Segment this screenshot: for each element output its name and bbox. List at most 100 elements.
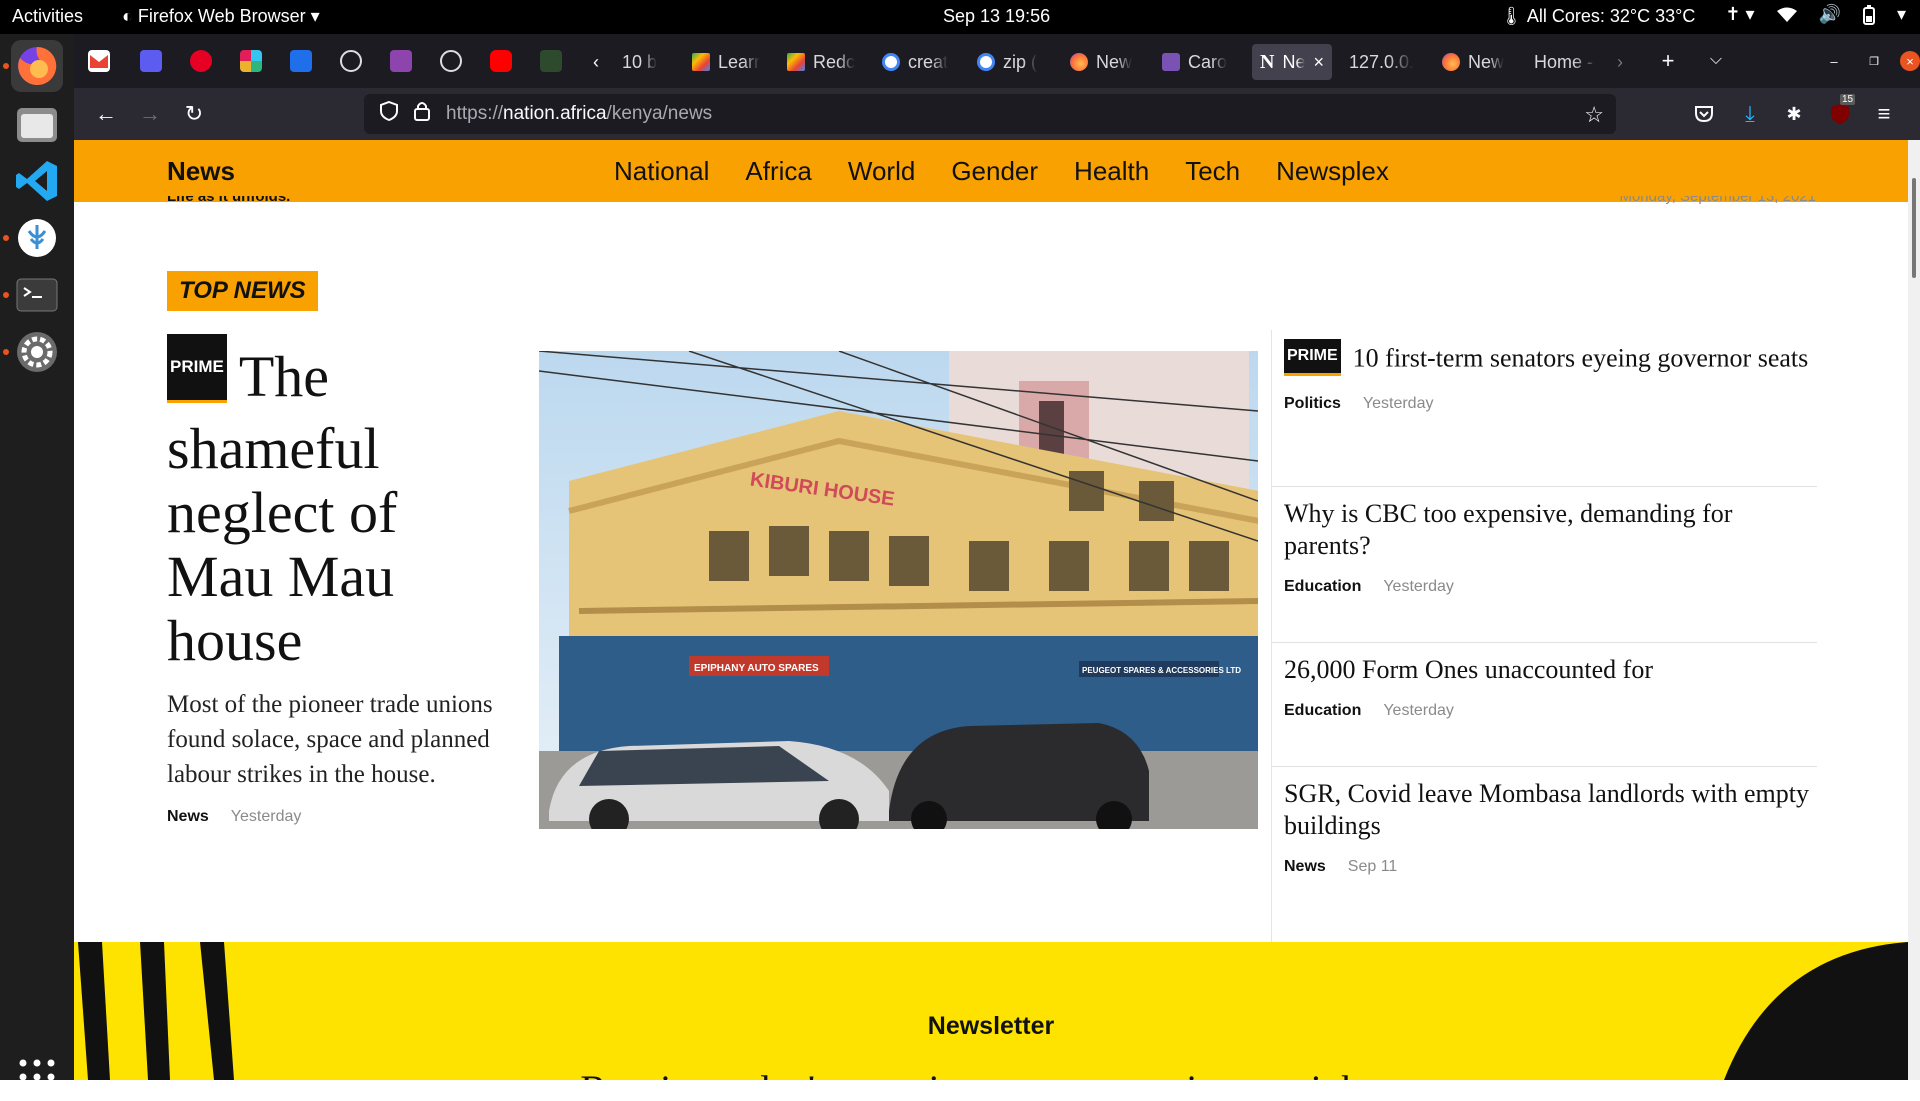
system-tray[interactable]: ✝ ▾ 🔊 ▾ <box>1725 4 1906 25</box>
scroll-tabs-left-icon[interactable]: ‹ <box>582 48 610 76</box>
close-window-icon[interactable]: × <box>1900 51 1920 71</box>
clock[interactable]: Sep 13 19:56 <box>943 6 1050 27</box>
app-icon[interactable] <box>540 50 562 72</box>
youtube-icon[interactable] <box>490 50 512 72</box>
lead-story-headline[interactable]: PRIME The shameful neglect of Mau Mau hou… <box>167 334 507 673</box>
story-headline[interactable]: SGR, Covid leave Mombasa landlords with … <box>1284 778 1814 842</box>
activities-button[interactable]: Activities <box>12 6 83 27</box>
downloads-icon[interactable]: ⤓ <box>1736 100 1764 128</box>
newsletter-teaser: Receive today's most important news in y… <box>74 1066 1908 1080</box>
calendar-icon[interactable] <box>140 50 162 72</box>
list-item[interactable]: 26,000 Form Ones unaccounted for Educati… <box>1284 654 1814 720</box>
scroll-tabs-right-icon[interactable]: › <box>1606 48 1634 76</box>
lock-icon[interactable] <box>414 101 434 127</box>
tab[interactable]: Redc <box>779 44 864 80</box>
lead-story-photo[interactable]: KIBURI HOUSE EPIPHANY AUTO SPARES PEUGEO… <box>539 351 1258 829</box>
tab[interactable]: New <box>1062 44 1147 80</box>
cpu-temperature[interactable]: 🌡 All Cores: 32°C 33°C <box>1500 6 1695 27</box>
tab[interactable]: 10 b <box>614 44 674 80</box>
tab[interactable]: New <box>1434 44 1519 80</box>
cpu-temperature-label: All Cores: 32°C 33°C <box>1526 6 1696 26</box>
tab[interactable]: creat <box>874 44 964 80</box>
story-category[interactable]: News <box>1284 858 1326 876</box>
menu-item-tech[interactable]: Tech <box>1185 156 1240 187</box>
tab[interactable]: Home - \ <box>1526 44 1606 80</box>
minimize-icon[interactable]: – <box>1824 51 1844 71</box>
list-item[interactable]: PRIME 10 first-term senators eyeing gover… <box>1284 339 1814 413</box>
vscode-icon[interactable] <box>11 155 63 207</box>
menu-item-health[interactable]: Health <box>1074 156 1149 187</box>
tab[interactable]: zip ( <box>969 44 1054 80</box>
url-bar[interactable]: https://nation.africa/kenya/news ☆ <box>364 94 1616 134</box>
section-title[interactable]: News <box>167 156 235 187</box>
scrollbar-thumb[interactable] <box>1912 178 1916 278</box>
list-all-tabs-icon[interactable]: ⌵ <box>1702 46 1730 74</box>
accessibility-icon[interactable]: ✝ ▾ <box>1725 4 1754 25</box>
menu-item-national[interactable]: National <box>614 156 709 187</box>
firefox-icon[interactable] <box>11 40 63 92</box>
story-category[interactable]: Education <box>1284 578 1361 596</box>
tab[interactable]: Learr <box>684 44 769 80</box>
story-time: Yesterday <box>1362 395 1434 412</box>
menu-item-gender[interactable]: Gender <box>951 156 1038 187</box>
shield-icon[interactable] <box>380 100 400 127</box>
new-tab-icon[interactable]: + <box>1654 47 1682 75</box>
slack-icon[interactable] <box>240 50 262 72</box>
hamburger-menu-icon[interactable]: ≡ <box>1870 100 1898 128</box>
story-category[interactable]: Education <box>1284 702 1361 720</box>
app-menu-label: Firefox Web Browser <box>137 6 306 26</box>
top-news-label: TOP NEWS <box>167 271 318 311</box>
battery-icon[interactable] <box>1862 4 1875 25</box>
reload-icon[interactable]: ↻ <box>180 100 208 128</box>
tab[interactable]: Caro <box>1154 44 1244 80</box>
pinterest-icon[interactable] <box>190 50 212 72</box>
app-menu[interactable]: ◐ Firefox Web Browser ▾ <box>122 6 320 27</box>
list-item[interactable]: SGR, Covid leave Mombasa landlords with … <box>1284 778 1814 876</box>
app-icon[interactable] <box>290 50 312 72</box>
globe-icon[interactable] <box>440 50 462 72</box>
terminal-icon[interactable] <box>11 269 63 321</box>
volume-icon[interactable]: 🔊 <box>1819 4 1841 25</box>
story-headline[interactable]: Why is CBC too expensive, demanding for … <box>1284 498 1814 562</box>
story-time: Yesterday <box>1383 702 1454 719</box>
tab[interactable]: 127.0.0. <box>1341 44 1426 80</box>
story-category[interactable]: News <box>167 808 209 826</box>
bookmark-star-icon[interactable]: ☆ <box>1584 102 1604 128</box>
running-indicator <box>3 292 9 298</box>
forward-icon[interactable]: → <box>136 100 164 128</box>
story-headline[interactable]: 26,000 Form Ones unaccounted for <box>1284 654 1814 686</box>
shop-sign: PEUGEOT SPARES & ACCESSORIES LTD <box>1082 666 1241 675</box>
lead-story[interactable]: PRIME The shameful neglect of Mau Mau hou… <box>167 334 507 826</box>
chevron-down-icon: ▾ <box>310 6 320 26</box>
tab-active[interactable]: N Ne × <box>1252 44 1332 80</box>
pocket-icon[interactable] <box>1690 100 1718 128</box>
app-icon[interactable] <box>390 50 412 72</box>
story-headline[interactable]: PRIME 10 first-term senators eyeing gover… <box>1284 339 1814 379</box>
menu-item-world[interactable]: World <box>848 156 915 187</box>
app-icon[interactable] <box>11 212 63 264</box>
site-navigation: News National Africa World Gender Health… <box>74 140 1908 202</box>
extension-icon[interactable]: ✱ <box>1780 100 1808 128</box>
chevron-down-icon[interactable]: ▾ <box>1897 4 1906 25</box>
restore-icon[interactable]: ❐ <box>1864 51 1884 71</box>
close-tab-icon[interactable]: × <box>1313 52 1324 73</box>
story-meta: Education Yesterday <box>1284 578 1814 596</box>
back-icon[interactable]: ← <box>92 100 120 128</box>
url-text[interactable]: https://nation.africa/kenya/news <box>446 103 712 125</box>
nation-icon: N <box>1260 50 1275 73</box>
files-icon[interactable] <box>11 98 63 150</box>
list-item[interactable]: Why is CBC too expensive, demanding for … <box>1284 498 1814 596</box>
globe-icon[interactable] <box>340 50 362 72</box>
navigation-toolbar: ← → ↻ https://nation.africa/kenya/news ☆… <box>74 88 1920 140</box>
menu-item-africa[interactable]: Africa <box>745 156 811 187</box>
menu-item-newsplex[interactable]: Newsplex <box>1276 156 1389 187</box>
page-scrollbar[interactable] <box>1908 140 1920 1080</box>
gmail-icon[interactable] <box>88 50 110 72</box>
firefox-icon <box>1442 53 1460 71</box>
story-category[interactable]: Politics <box>1284 395 1341 413</box>
ublock-icon[interactable]: 15 <box>1826 94 1856 128</box>
shop-sign: EPIPHANY AUTO SPARES <box>694 663 819 674</box>
google-icon <box>977 53 995 71</box>
wifi-icon[interactable] <box>1776 7 1797 23</box>
settings-icon[interactable] <box>11 326 63 378</box>
